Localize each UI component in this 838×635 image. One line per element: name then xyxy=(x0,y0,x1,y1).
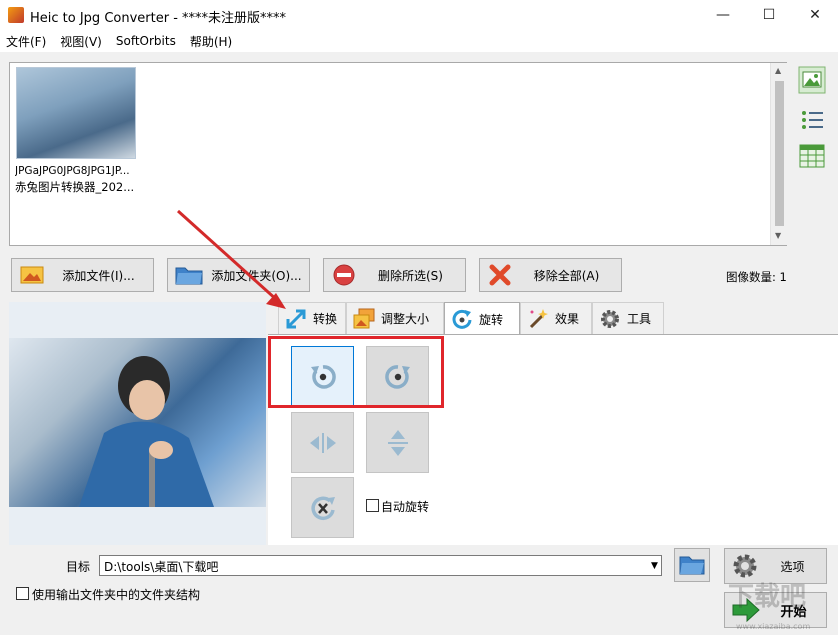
folder-open-icon xyxy=(679,556,705,575)
reset-rotation-icon xyxy=(310,496,335,520)
tab-effects-label: 效果 xyxy=(555,312,580,326)
delete-x-icon xyxy=(489,264,511,286)
tab-resize-label: 调整大小 xyxy=(381,312,430,326)
target-label: 目标 xyxy=(66,560,91,574)
resize-icon xyxy=(353,308,375,328)
file-list[interactable]: JPGaJPG0JPG8JPG1JP... 赤兔图片转换器_202... ▲ ▼ xyxy=(9,62,787,246)
flip-horizontal-button[interactable] xyxy=(291,412,354,473)
keep-folder-structure-label: 使用输出文件夹中的文件夹结构 xyxy=(32,588,201,602)
remove-selected-label: 删除所选(S) xyxy=(378,268,443,283)
browse-folder-button[interactable] xyxy=(674,548,710,582)
tab-tools-label: 工具 xyxy=(627,312,652,326)
tab-rotate[interactable]: 旋转 xyxy=(444,302,520,335)
auto-rotate-label: 自动旋转 xyxy=(381,500,430,514)
menu-help[interactable]: 帮助(H) xyxy=(190,33,232,50)
menu-view[interactable]: 视图(V) xyxy=(60,33,102,50)
minimize-button[interactable]: — xyxy=(700,0,746,30)
tab-convert-label: 转换 xyxy=(313,312,338,326)
flip-vertical-button[interactable] xyxy=(366,412,429,473)
file-list-scrollbar[interactable]: ▲ ▼ xyxy=(770,63,787,245)
reset-rotation-button[interactable] xyxy=(291,477,354,538)
tab-resize[interactable]: 调整大小 xyxy=(346,302,444,334)
no-entry-icon xyxy=(333,264,355,286)
image-count: 图像数量: 1 xyxy=(726,270,787,284)
maximize-button[interactable]: ☐ xyxy=(746,0,792,30)
table-view-icon[interactable] xyxy=(798,142,826,170)
remove-all-button[interactable]: 移除全部(A) xyxy=(479,258,622,292)
thumbnail-view-icon[interactable] xyxy=(798,66,826,94)
menu-bar: 文件(F) 视图(V) SoftOrbits 帮助(H) xyxy=(0,30,838,52)
image-icon xyxy=(20,266,44,284)
scrollbar-thumb[interactable] xyxy=(775,81,784,226)
keep-folder-structure-checkbox[interactable] xyxy=(16,587,29,600)
scroll-up-icon[interactable]: ▲ xyxy=(775,66,781,75)
tab-tools[interactable]: 工具 xyxy=(592,302,664,334)
add-files-label: 添加文件(I)... xyxy=(62,268,135,283)
magic-wand-icon xyxy=(529,308,548,328)
remove-all-label: 移除全部(A) xyxy=(533,268,600,283)
list-view-icon[interactable] xyxy=(798,106,826,134)
highlight-box xyxy=(268,336,444,408)
preview-image xyxy=(9,338,266,507)
app-icon xyxy=(8,7,24,23)
window-title: Heic to Jpg Converter - ****未注册版**** xyxy=(30,11,287,26)
add-files-button[interactable]: 添加文件(I)... xyxy=(11,258,154,292)
scroll-down-icon[interactable]: ▼ xyxy=(775,231,781,240)
rotate-icon xyxy=(452,309,472,329)
auto-rotate-checkbox[interactable] xyxy=(366,499,379,512)
flip-vertical-icon xyxy=(387,429,408,456)
watermark-text: 下载吧 xyxy=(728,582,807,612)
file-list-item[interactable]: JPGaJPG0JPG8JPG1JP... 赤兔图片转换器_202... xyxy=(10,63,140,194)
flip-horizontal-icon xyxy=(309,432,336,453)
watermark-url: www.xiazaiba.com xyxy=(736,622,811,631)
options-label: 选项 xyxy=(780,559,805,574)
tab-effects[interactable]: 效果 xyxy=(520,302,592,334)
annotation-arrow-icon xyxy=(176,209,286,309)
file-thumbnail xyxy=(16,67,136,159)
tab-rotate-label: 旋转 xyxy=(479,312,504,327)
target-path-input[interactable]: D:\tools\桌面\下载吧 xyxy=(99,555,662,576)
file-name-line1: JPGaJPG0JPG8JPG1JP... xyxy=(15,165,130,177)
gear-icon xyxy=(601,309,619,328)
chevron-down-icon[interactable]: ▼ xyxy=(648,556,661,575)
file-name-line2: 赤兔图片转换器_202... xyxy=(15,180,135,194)
close-button[interactable]: ✕ xyxy=(792,0,838,30)
title-bar: Heic to Jpg Converter - ****未注册版**** — ☐… xyxy=(0,0,838,30)
remove-selected-button[interactable]: 删除所选(S) xyxy=(323,258,466,292)
menu-softorbits[interactable]: SoftOrbits xyxy=(116,34,176,48)
menu-file[interactable]: 文件(F) xyxy=(6,33,46,50)
